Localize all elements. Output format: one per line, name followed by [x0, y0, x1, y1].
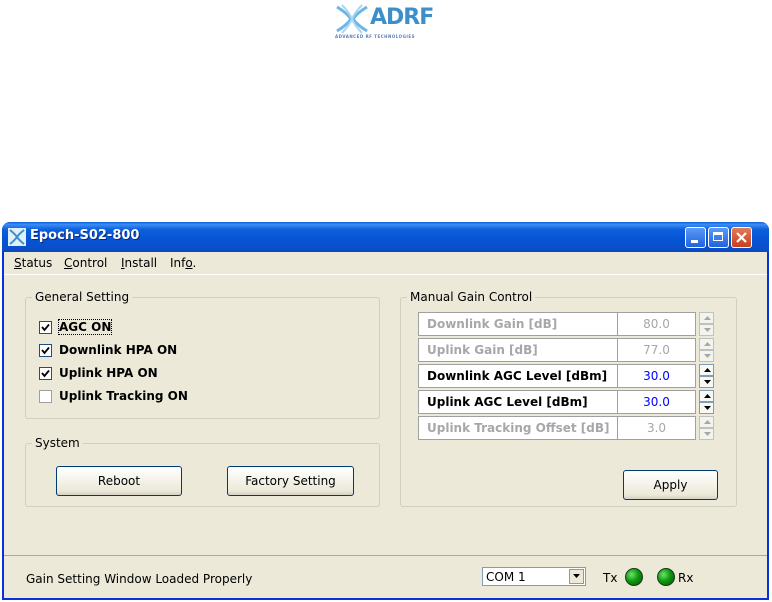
close-button[interactable]: [731, 227, 752, 248]
uplink-gain-spinner[interactable]: [699, 338, 714, 362]
factory-setting-button-label: Factory Setting: [245, 474, 336, 488]
status-bar: Gain Setting Window Loaded Properly COM …: [4, 555, 767, 599]
uplink-agc-level-spinner[interactable]: [699, 390, 714, 414]
system-title: System: [32, 436, 83, 450]
arrow-down-icon: [704, 328, 711, 332]
adrf-logo-mark-icon: [336, 4, 368, 34]
com-port-select[interactable]: COM 1: [482, 567, 586, 586]
client-area: General Setting AGC ON Downlink HPA ON U…: [4, 274, 767, 555]
downlink-gain-spinner[interactable]: [699, 312, 714, 336]
uplink-gain-row: Uplink Gain [dB] 77.0: [418, 338, 714, 364]
chevron-down-icon: [573, 574, 580, 578]
reboot-button[interactable]: Reboot: [56, 466, 182, 496]
spin-down-button[interactable]: [699, 350, 714, 362]
logo-wordmark: ADRF: [370, 5, 434, 30]
apply-button-label: Apply: [653, 478, 688, 492]
spin-down-button[interactable]: [699, 324, 714, 336]
downlink-agc-level-row: Downlink AGC Level [dBm] 30.0: [418, 364, 714, 390]
general-setting-group: General Setting AGC ON Downlink HPA ON U…: [25, 290, 380, 419]
system-group: System Reboot Factory Setting: [25, 436, 380, 507]
factory-setting-button[interactable]: Factory Setting: [227, 466, 354, 496]
status-message: Gain Setting Window Loaded Properly: [26, 572, 253, 586]
checkbox-label: AGC ON: [57, 319, 113, 335]
arrow-down-icon: [704, 380, 711, 384]
spin-down-button[interactable]: [699, 402, 714, 414]
checkbox-label: Uplink Tracking ON: [59, 389, 188, 403]
dropdown-button[interactable]: [569, 569, 584, 584]
app-window: Epoch-S02-800 Status Control Install Inf…: [2, 222, 769, 600]
close-icon: [736, 232, 747, 243]
checkbox-box[interactable]: [39, 321, 52, 334]
gain-row-label: Uplink Tracking Offset [dB]: [418, 416, 618, 440]
spin-up-button[interactable]: [699, 364, 714, 376]
arrow-up-icon: [704, 316, 711, 320]
arrow-up-icon: [704, 342, 711, 346]
apply-button[interactable]: Apply: [623, 470, 718, 500]
spin-up-button[interactable]: [699, 312, 714, 324]
menu-bar: Status Control Install Info.: [4, 252, 767, 274]
uplink-agc-level-row: Uplink AGC Level [dBm] 30.0: [418, 390, 714, 416]
menu-status[interactable]: Status: [14, 256, 52, 270]
uplink-gain-input[interactable]: 77.0: [618, 338, 696, 362]
manual-gain-control-group: Manual Gain Control Downlink Gain [dB] 8…: [400, 290, 737, 507]
uplink-agc-level-input[interactable]: 30.0: [618, 390, 696, 414]
downlink-gain-row: Downlink Gain [dB] 80.0: [418, 312, 714, 338]
minimize-button[interactable]: [685, 227, 706, 248]
rx-indicator-led: [657, 568, 675, 586]
menu-install[interactable]: Install: [121, 256, 157, 270]
window-title: Epoch-S02-800: [30, 228, 140, 243]
logo-tagline: ADVANCED RF TECHNOLOGIES: [335, 34, 415, 39]
gain-row-label: Uplink AGC Level [dBm]: [418, 390, 618, 414]
downlink-agc-level-input[interactable]: 30.0: [618, 364, 696, 388]
gain-row-label: Downlink Gain [dB]: [418, 312, 618, 336]
spin-down-button[interactable]: [699, 376, 714, 388]
tx-label: Tx: [603, 571, 618, 585]
adrf-logo: ADRF ADVANCED RF TECHNOLOGIES: [333, 3, 445, 43]
spin-up-button[interactable]: [699, 338, 714, 350]
gain-row-label: Uplink Gain [dB]: [418, 338, 618, 362]
com-port-value: COM 1: [486, 570, 526, 584]
rx-label: Rx: [678, 571, 694, 585]
uplink-tracking-offset-row: Uplink Tracking Offset [dB] 3.0: [418, 416, 714, 442]
maximize-button[interactable]: [708, 227, 729, 248]
check-mark-icon: [41, 323, 50, 332]
tx-indicator-led: [625, 568, 643, 586]
checkbox-box[interactable]: [39, 367, 52, 380]
title-bar[interactable]: Epoch-S02-800: [2, 222, 769, 252]
arrow-down-icon: [704, 354, 711, 358]
arrow-up-icon: [704, 420, 711, 424]
uplink-tracking-offset-input[interactable]: 3.0: [618, 416, 696, 440]
reboot-button-label: Reboot: [97, 474, 141, 488]
checkbox-label: Uplink HPA ON: [59, 366, 158, 380]
arrow-down-icon: [704, 406, 711, 410]
arrow-up-icon: [704, 368, 711, 372]
downlink-gain-input[interactable]: 80.0: [618, 312, 696, 336]
epoch-app-icon: [8, 228, 26, 246]
arrow-down-icon: [704, 432, 711, 436]
downlink-agc-level-spinner[interactable]: [699, 364, 714, 388]
spin-down-button[interactable]: [699, 428, 714, 440]
menu-control[interactable]: Control: [64, 256, 107, 270]
general-setting-title: General Setting: [32, 290, 133, 304]
check-mark-icon: [41, 369, 50, 378]
checkbox-box[interactable]: [39, 390, 52, 403]
arrow-up-icon: [704, 394, 711, 398]
check-mark-icon: [41, 346, 50, 355]
menu-info[interactable]: Info.: [170, 256, 196, 270]
spin-up-button[interactable]: [699, 416, 714, 428]
gain-row-label: Downlink AGC Level [dBm]: [418, 364, 618, 388]
uplink-tracking-offset-spinner[interactable]: [699, 416, 714, 440]
manual-gain-control-title: Manual Gain Control: [407, 290, 536, 304]
spin-up-button[interactable]: [699, 390, 714, 402]
checkbox-box[interactable]: [39, 344, 52, 357]
checkbox-label: Downlink HPA ON: [59, 343, 178, 357]
